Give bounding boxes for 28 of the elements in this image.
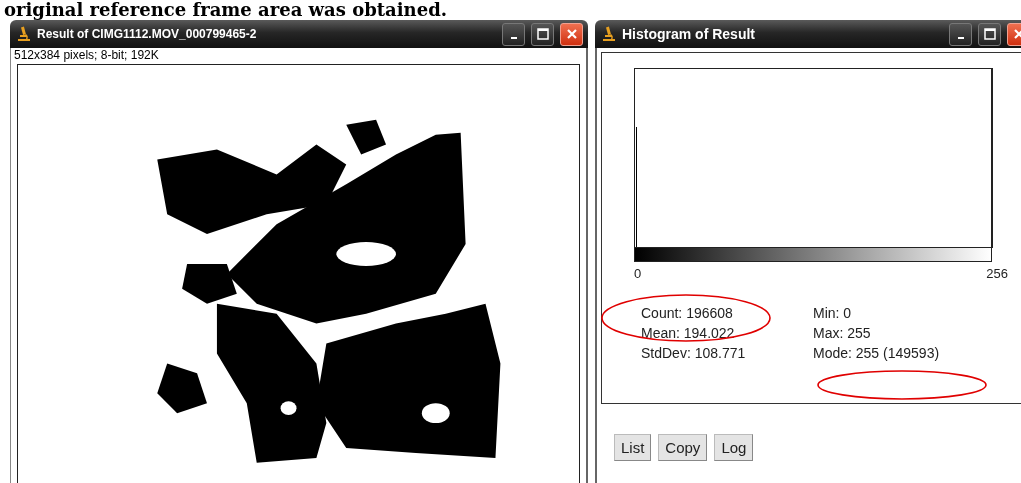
axis-label: 256 — [986, 266, 1008, 281]
axis-label: 0 — [634, 266, 642, 281]
statistic-text: Mode: 255 (149593) — [813, 344, 937, 363]
close-icon — [1012, 28, 1021, 40]
microscope-icon — [17, 26, 31, 42]
statistic-text: StdDev: 108.771 — [641, 344, 747, 363]
heading-text: original reference frame area was obtained. — [4, 0, 447, 20]
maximize-icon — [536, 28, 549, 40]
statistic-text: Mean: 194.022 — [641, 324, 736, 343]
minimize-icon — [957, 37, 964, 39]
statistic-text: Max: 255 — [813, 324, 872, 343]
maximize-button[interactable] — [978, 22, 1001, 46]
maximize-icon — [983, 28, 996, 40]
action-button[interactable]: Copy — [658, 434, 708, 461]
minimize-button[interactable] — [502, 22, 525, 46]
close-button[interactable] — [560, 22, 583, 46]
action-button[interactable]: Log — [714, 434, 754, 461]
image-info-text: 512x384 pixels; 8-bit; 192K — [13, 48, 160, 63]
maximize-button[interactable] — [531, 22, 554, 46]
microscope-icon — [602, 26, 616, 42]
window-title: Result of CIMG1112.MOV_000799465-2 — [37, 27, 257, 41]
action-button[interactable]: List — [614, 434, 652, 461]
statistic-text: Min: 0 — [813, 304, 853, 323]
close-icon — [565, 28, 578, 40]
minimize-button[interactable] — [949, 22, 972, 46]
minimize-icon — [510, 37, 517, 39]
window-title: Histogram of Result — [622, 26, 755, 42]
statistic-text: Count: 196608 — [641, 304, 734, 323]
